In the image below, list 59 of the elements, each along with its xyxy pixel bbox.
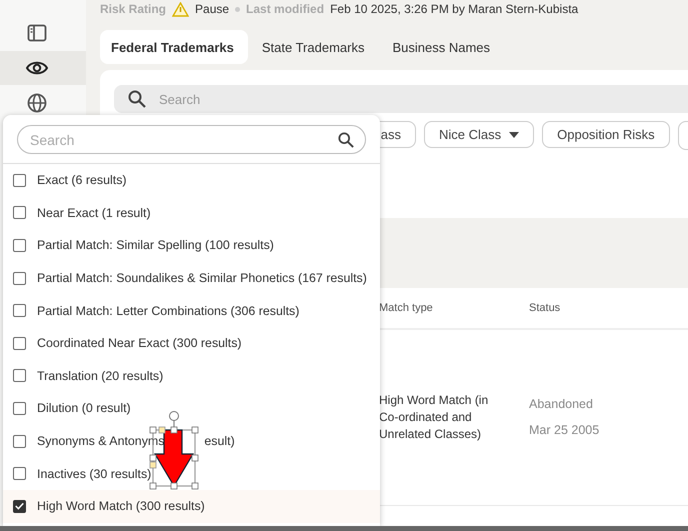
option-label: Inactives (30 results)	[37, 466, 152, 481]
tab[interactable]: Business Names	[378, 30, 504, 64]
dropdown-option[interactable]: Partial Match: Similar Spelling (100 results)	[3, 229, 380, 262]
modified-label: Last modified	[246, 2, 324, 16]
globe-icon	[27, 93, 47, 113]
checkbox[interactable]	[13, 500, 26, 513]
dropdown-option[interactable]: Partial Match: Letter Combinations (306 results)	[3, 294, 380, 327]
separator-dot	[235, 6, 240, 12]
eye-icon	[26, 60, 48, 76]
option-label: Coordinated Near Exact (300 results)	[37, 336, 242, 350]
dropdown-option[interactable]: Partial Match: Soundalikes & Similar Phonetics (167 results)	[3, 262, 380, 294]
risk-label: Risk Rating	[100, 2, 166, 16]
panel-icon	[27, 24, 47, 42]
status-text: Abandoned	[529, 396, 594, 413]
option-label: Dilution (0 result)	[37, 401, 131, 416]
warning-icon	[172, 2, 190, 16]
option-label: Translation (20 results)	[37, 368, 164, 383]
option-label: Synonyms & Antonyms	[37, 434, 164, 448]
search-field[interactable]: Search	[114, 85, 688, 113]
status-date: Mar 25 2005	[529, 422, 600, 439]
risk-value: Pause	[195, 2, 230, 16]
dropdown-search-field[interactable]: Search	[17, 125, 366, 154]
dropdown-option[interactable]: Dilution (0 result)	[3, 392, 380, 425]
dropdown-option[interactable]: Synonyms & Antonyms esult)	[3, 424, 380, 458]
tab[interactable]: State Trademarks	[248, 30, 378, 64]
dropdown-option[interactable]: Translation (20 results)	[3, 360, 380, 392]
checkbox[interactable]	[13, 336, 26, 350]
filter-chip[interactable]: Nice Class	[424, 121, 534, 148]
checkbox[interactable]	[13, 206, 26, 220]
sidebar-item[interactable]	[0, 51, 86, 85]
search-icon	[128, 90, 146, 108]
checkbox[interactable]	[13, 434, 26, 448]
table-cell-text: High Word Match (in Co-ordinated and Unrelated Classes)	[379, 392, 490, 443]
checkbox[interactable]	[13, 174, 26, 187]
search-icon	[338, 132, 354, 148]
option-label: Partial Match: Similar Spelling (100 results)	[37, 238, 274, 252]
dropdown-option[interactable]: Coordinated Near Exact (300 results)	[3, 326, 380, 360]
dropdown-option[interactable]: High Word Match (300 results)	[3, 490, 380, 523]
dropdown-option[interactable]: Near Exact (1 result)	[3, 196, 380, 230]
option-label: esult)	[204, 434, 235, 448]
caret-icon	[509, 132, 520, 138]
checkbox[interactable]	[13, 238, 26, 252]
modified-value: Feb 10 2025, 3:26 PM by Maran Stern-Kubista	[330, 2, 578, 16]
option-label: Exact (6 results)	[37, 173, 127, 188]
dropdown-option[interactable]: Exact (6 results)	[3, 164, 380, 197]
column-header: Match type	[379, 302, 434, 314]
tab[interactable]: Federal Trademarks	[100, 30, 248, 64]
checkbox[interactable]	[13, 402, 26, 415]
checkbox[interactable]	[13, 272, 26, 285]
option-label: High Word Match (300 results)	[37, 499, 205, 514]
column-header: Status	[529, 302, 562, 314]
checkbox[interactable]	[13, 369, 26, 382]
option-label: Near Exact (1 result)	[37, 206, 151, 220]
option-label: Partial Match: Letter Combinations (306 results)	[37, 304, 300, 318]
checkbox[interactable]	[13, 304, 26, 318]
filter-chip[interactable]: Opposition Risks	[542, 121, 670, 148]
dropdown-option[interactable]: Inactives (30 results)	[3, 457, 380, 490]
option-label: Partial Match: Soundalikes & Similar Phonetics (167 results)	[37, 271, 367, 286]
checkbox[interactable]	[13, 467, 26, 480]
